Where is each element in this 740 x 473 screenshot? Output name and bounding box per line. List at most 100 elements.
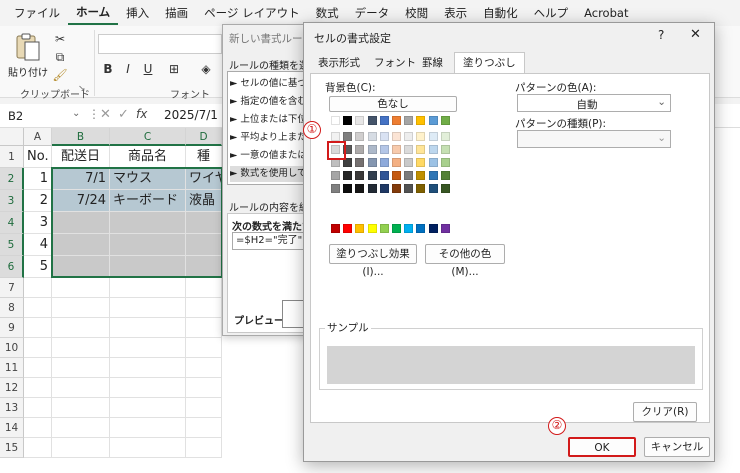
fill-color-icon[interactable]: ◈ xyxy=(196,60,216,78)
font-name-box[interactable] xyxy=(98,34,222,54)
color-swatch[interactable] xyxy=(355,171,365,180)
color-swatch[interactable] xyxy=(331,184,340,193)
table-cell[interactable]: No. xyxy=(24,146,52,168)
column-header-b[interactable]: B xyxy=(52,128,110,146)
table-cell[interactable] xyxy=(110,278,186,298)
select-all-corner[interactable] xyxy=(0,128,24,146)
table-cell[interactable] xyxy=(52,338,110,358)
color-swatch[interactable] xyxy=(392,184,401,193)
clear-button[interactable]: クリア(R) xyxy=(633,402,697,422)
color-swatch[interactable] xyxy=(331,132,340,141)
row-header[interactable]: 11 xyxy=(0,358,24,378)
table-cell[interactable]: 4 xyxy=(24,234,52,256)
color-swatch[interactable] xyxy=(416,184,426,193)
table-cell[interactable] xyxy=(186,318,222,338)
color-swatch[interactable] xyxy=(416,224,426,233)
table-cell[interactable] xyxy=(52,438,110,458)
color-swatch[interactable] xyxy=(343,171,353,180)
table-cell[interactable] xyxy=(186,234,222,256)
color-swatch[interactable] xyxy=(428,132,438,141)
color-swatch[interactable] xyxy=(416,158,426,167)
color-swatch[interactable] xyxy=(379,158,389,167)
table-cell[interactable] xyxy=(186,298,222,318)
color-swatch[interactable] xyxy=(367,116,377,125)
table-cell[interactable] xyxy=(110,234,186,256)
table-cell[interactable] xyxy=(52,318,110,338)
color-swatch[interactable] xyxy=(416,132,426,141)
row-header[interactable]: 15 xyxy=(0,438,24,458)
color-swatch[interactable] xyxy=(379,224,389,233)
table-cell[interactable] xyxy=(110,398,186,418)
table-cell[interactable] xyxy=(24,438,52,458)
color-swatch[interactable] xyxy=(416,145,426,154)
color-swatch[interactable] xyxy=(355,116,365,125)
table-cell[interactable] xyxy=(24,318,52,338)
border-icon[interactable]: ⊞ xyxy=(164,60,184,78)
table-cell[interactable] xyxy=(186,378,222,398)
color-swatch[interactable] xyxy=(392,158,401,167)
no-color-button[interactable]: 色なし xyxy=(329,96,457,112)
table-cell[interactable] xyxy=(110,338,186,358)
copy-icon[interactable]: ⧉ xyxy=(50,48,70,66)
color-swatch[interactable] xyxy=(404,171,414,180)
table-cell[interactable] xyxy=(110,298,186,318)
color-swatch[interactable] xyxy=(428,224,438,233)
row-header[interactable]: 6 xyxy=(0,256,24,278)
color-swatch[interactable] xyxy=(343,224,353,233)
italic-icon[interactable]: I xyxy=(118,60,138,78)
color-swatch[interactable] xyxy=(379,184,389,193)
underline-icon[interactable]: U xyxy=(138,60,158,78)
color-swatch[interactable] xyxy=(379,171,389,180)
color-swatch[interactable] xyxy=(440,132,450,141)
row-header[interactable]: 3 xyxy=(0,190,24,212)
column-header-c[interactable]: C xyxy=(110,128,186,146)
color-swatch[interactable] xyxy=(343,184,353,193)
name-box[interactable]: B2 xyxy=(4,106,76,126)
color-swatch[interactable] xyxy=(331,224,340,233)
table-cell[interactable] xyxy=(52,378,110,398)
color-swatch[interactable] xyxy=(367,184,377,193)
cancel-icon[interactable]: ✕ xyxy=(100,107,111,122)
color-swatch[interactable] xyxy=(440,145,450,154)
table-cell[interactable] xyxy=(186,358,222,378)
table-cell[interactable]: 7/1 xyxy=(52,168,110,190)
row-header[interactable]: 5 xyxy=(0,234,24,256)
color-swatch[interactable] xyxy=(404,116,414,125)
table-cell[interactable]: 配送日 xyxy=(52,146,110,168)
color-swatch[interactable] xyxy=(440,116,450,125)
row-header[interactable]: 10 xyxy=(0,338,24,358)
bold-icon[interactable]: B xyxy=(98,60,118,78)
color-swatch[interactable] xyxy=(416,171,426,180)
color-swatch[interactable] xyxy=(367,171,377,180)
tab-fill[interactable]: 塗りつぶし xyxy=(454,52,525,74)
color-swatch[interactable] xyxy=(367,145,377,154)
menu-tab[interactable]: 挿入 xyxy=(118,0,157,26)
table-cell[interactable] xyxy=(24,358,52,378)
table-cell[interactable]: 種 xyxy=(186,146,222,168)
color-swatch[interactable] xyxy=(355,158,365,167)
color-swatch[interactable] xyxy=(416,116,426,125)
table-cell[interactable] xyxy=(24,338,52,358)
column-header-d[interactable]: D xyxy=(186,128,222,146)
column-header-a[interactable]: A xyxy=(24,128,52,146)
table-cell[interactable] xyxy=(24,418,52,438)
row-header[interactable]: 1 xyxy=(0,146,24,168)
color-swatch[interactable] xyxy=(428,158,438,167)
table-cell[interactable]: 3 xyxy=(24,212,52,234)
table-cell[interactable] xyxy=(24,278,52,298)
table-cell[interactable] xyxy=(110,378,186,398)
cancel-button[interactable]: キャンセル xyxy=(644,437,710,457)
table-cell[interactable]: マウス xyxy=(110,168,186,190)
table-cell[interactable] xyxy=(186,256,222,278)
menu-tab[interactable]: 描画 xyxy=(157,0,196,26)
table-cell[interactable]: 商品名 xyxy=(110,146,186,168)
color-swatch[interactable] xyxy=(379,116,389,125)
row-header[interactable]: 8 xyxy=(0,298,24,318)
color-swatch[interactable] xyxy=(440,158,450,167)
table-cell[interactable] xyxy=(110,438,186,458)
table-cell[interactable] xyxy=(24,378,52,398)
table-cell[interactable] xyxy=(186,398,222,418)
color-swatch[interactable] xyxy=(343,132,353,141)
ok-button[interactable]: OK xyxy=(568,437,636,457)
color-swatch[interactable] xyxy=(343,116,353,125)
